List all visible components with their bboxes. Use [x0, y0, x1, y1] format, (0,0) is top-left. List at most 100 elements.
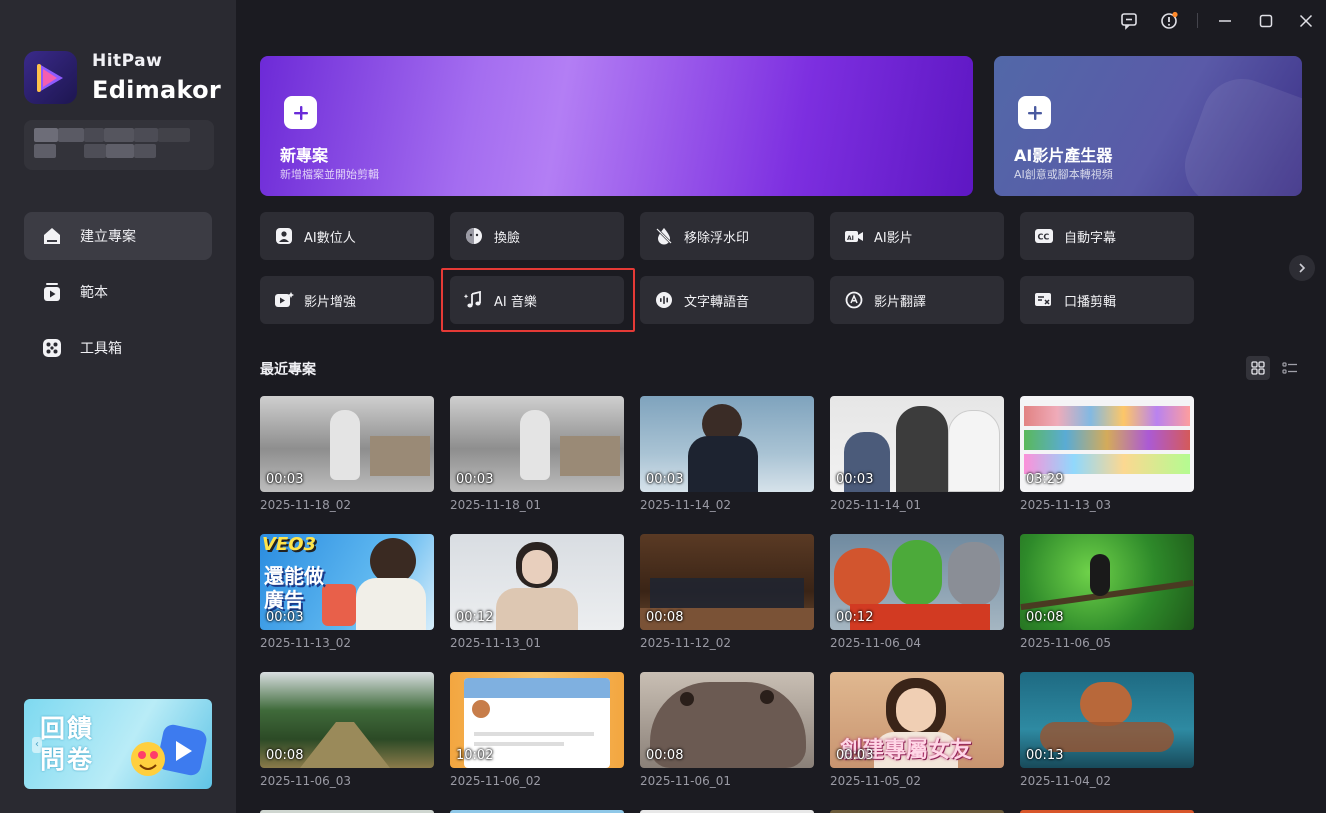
minimize-icon[interactable]	[1214, 10, 1236, 32]
emoji-mascot-icon	[131, 724, 207, 776]
new-project-card[interactable]: 新專案 新增檔案並開始剪輯	[260, 56, 973, 196]
project-name: 2025-11-14_02	[640, 498, 732, 512]
tool-auto-subtitle[interactable]: CC 自動字幕	[1020, 212, 1194, 260]
project-card[interactable]: 00:08 2025-11-12_02	[640, 534, 814, 650]
grid-view-icon[interactable]	[1246, 356, 1270, 380]
toolbox-icon	[40, 336, 64, 360]
tool-video-translate[interactable]: 影片翻譯	[830, 276, 1004, 324]
project-name: 2025-11-06_04	[830, 636, 922, 650]
project-card[interactable]: 00:12 2025-11-13_01	[450, 534, 624, 650]
tts-icon	[654, 290, 674, 310]
new-project-title: 新專案	[280, 146, 329, 165]
divider	[1197, 13, 1198, 28]
tool-video-enhance[interactable]: 影片增強	[260, 276, 434, 324]
project-card[interactable]: 00:03 2025-11-18_01	[450, 396, 624, 512]
sidebar-item-templates[interactable]: 範本	[24, 268, 212, 316]
project-thumbnail: 00:12	[830, 534, 1004, 630]
feedback-icon[interactable]	[1118, 10, 1140, 32]
feedback-survey-banner[interactable]: ‹ 回饋 問卷	[24, 699, 212, 789]
project-thumbnail: 00:03	[640, 396, 814, 492]
list-view-icon[interactable]	[1278, 356, 1302, 380]
maximize-icon[interactable]	[1255, 10, 1277, 32]
project-card[interactable]: 00:03 2025-11-18_02	[260, 396, 434, 512]
tool-face-swap[interactable]: 換臉	[450, 212, 624, 260]
brand-name-main: Edimakor	[92, 76, 222, 104]
close-icon[interactable]	[1295, 10, 1317, 32]
project-thumbnail: 03:29	[1020, 396, 1194, 492]
project-name: 2025-11-12_02	[640, 636, 732, 650]
project-card[interactable]: 00:03 2025-11-14_02	[640, 396, 814, 512]
tool-text-to-speech[interactable]: 文字轉語音	[640, 276, 814, 324]
project-card[interactable]: 00:08 2025-11-06_03	[260, 672, 434, 788]
project-name: 2025-11-13_01	[450, 636, 542, 650]
account-panel[interactable]	[24, 120, 214, 170]
project-name: 2025-11-06_02	[450, 774, 542, 788]
project-thumbnail: 00:08	[640, 672, 814, 768]
ai-video-generator-title: AI影片產生器	[1014, 146, 1113, 165]
brand-name-top: HitPaw	[92, 51, 163, 71]
ai-video-icon: AI	[844, 226, 864, 246]
project-card[interactable]: 創建專屬女友 00:03 2025-11-05_02	[830, 672, 1004, 788]
sidebar-item-label: 工具箱	[80, 341, 122, 357]
project-name: 2025-11-04_02	[1020, 774, 1112, 788]
chevron-right-icon[interactable]	[1289, 255, 1315, 281]
selection-highlight	[441, 268, 635, 332]
sidebar-item-label: 範本	[80, 285, 108, 301]
project-thumbnail: 00:08	[260, 672, 434, 768]
project-thumbnail: 00:03	[830, 396, 1004, 492]
project-name: 2025-11-18_02	[260, 498, 352, 512]
svg-text:CC: CC	[1038, 233, 1050, 242]
notification-icon[interactable]	[1158, 10, 1180, 32]
project-thumbnail: 00:03	[260, 396, 434, 492]
sidebar: HitPaw Edimakor 建立專案 範本 工具箱 ‹ 回饋 問卷	[0, 0, 236, 813]
translate-icon	[844, 290, 864, 310]
project-card[interactable]: 00:12 2025-11-06_04	[830, 534, 1004, 650]
plus-icon	[284, 96, 317, 129]
project-name: 2025-11-05_02	[830, 774, 922, 788]
template-icon	[40, 280, 64, 304]
project-thumbnail: 10:02	[450, 672, 624, 768]
sidebar-item-create-project[interactable]: 建立專案	[24, 212, 212, 260]
project-thumbnail: 00:03	[450, 396, 624, 492]
ai-video-generator-card[interactable]: AI影片產生器 AI創意或腳本轉視頻	[994, 56, 1302, 196]
project-name: 2025-11-18_01	[450, 498, 542, 512]
project-name: 2025-11-06_05	[1020, 636, 1112, 650]
tool-remove-watermark[interactable]: 移除浮水印	[640, 212, 814, 260]
ai-video-generator-subtitle: AI創意或腳本轉視頻	[1014, 168, 1113, 181]
project-card[interactable]: 00:03 2025-11-14_01	[830, 396, 1004, 512]
project-thumbnail: 00:13	[1020, 672, 1194, 768]
project-name: 2025-11-06_01	[640, 774, 732, 788]
tool-talk-edit[interactable]: 口播剪輯	[1020, 276, 1194, 324]
promo-text: 回饋 問卷	[40, 714, 95, 774]
cc-icon: CC	[1034, 226, 1054, 246]
project-card[interactable]: 00:08 2025-11-06_01	[640, 672, 814, 788]
project-thumbnail: 創建專屬女友 00:03	[830, 672, 1004, 768]
tool-ai-video[interactable]: AI AI影片	[830, 212, 1004, 260]
project-name: 2025-11-13_02	[260, 636, 352, 650]
app-logo-icon	[24, 51, 77, 104]
project-thumbnail: VEO3 還能做 廣告 00:03	[260, 534, 434, 630]
project-thumbnail: 00:12	[450, 534, 624, 630]
new-project-subtitle: 新增檔案並開始剪輯	[280, 168, 379, 181]
svg-text:AI: AI	[847, 235, 854, 242]
recent-projects-title: 最近專案	[260, 362, 316, 378]
plus-icon	[1018, 96, 1051, 129]
project-card[interactable]: 10:02 2025-11-06_02	[450, 672, 624, 788]
project-name: 2025-11-06_03	[260, 774, 352, 788]
avatar-icon	[274, 226, 294, 246]
project-card[interactable]: VEO3 還能做 廣告 00:03 2025-11-13_02	[260, 534, 434, 650]
face-swap-icon	[464, 226, 484, 246]
project-name: 2025-11-14_01	[830, 498, 922, 512]
project-card[interactable]: 00:13 2025-11-04_02	[1020, 672, 1194, 788]
project-card[interactable]: 00:08 2025-11-06_05	[1020, 534, 1194, 650]
project-card[interactable]: 03:29 2025-11-13_03	[1020, 396, 1194, 512]
watermark-remove-icon	[654, 226, 674, 246]
project-name: 2025-11-13_03	[1020, 498, 1112, 512]
home-icon	[40, 224, 64, 248]
project-thumbnail: 00:08	[640, 534, 814, 630]
tool-ai-avatar[interactable]: AI數位人	[260, 212, 434, 260]
sidebar-item-label: 建立專案	[80, 229, 136, 245]
sidebar-item-toolbox[interactable]: 工具箱	[24, 324, 212, 372]
enhance-icon	[274, 290, 294, 310]
project-thumbnail: 00:08	[1020, 534, 1194, 630]
